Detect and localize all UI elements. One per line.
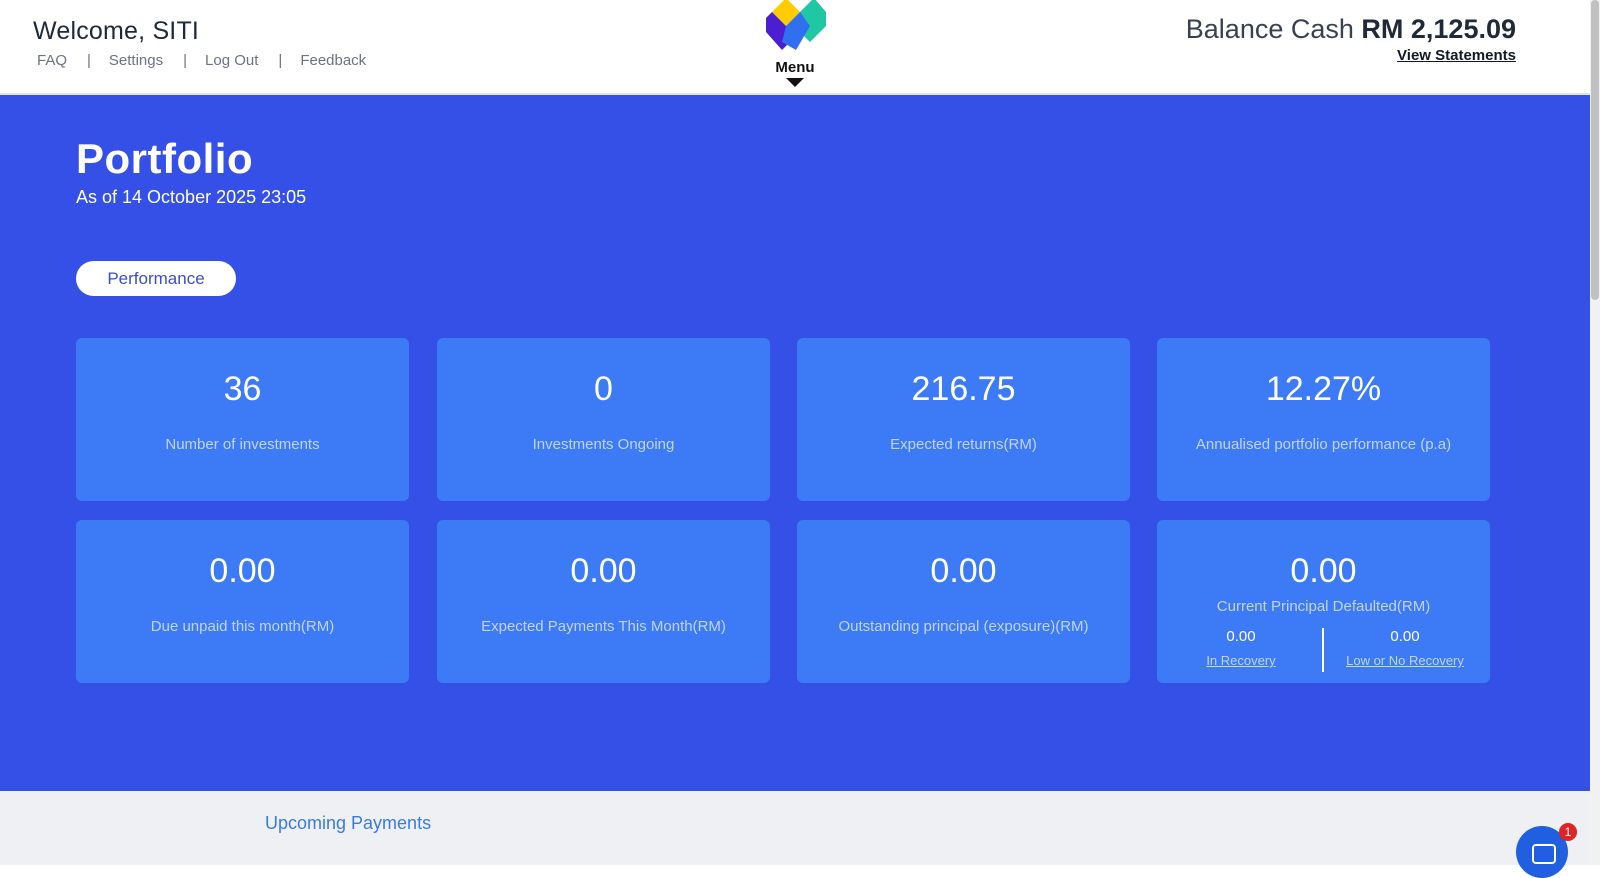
nav-separator: | [278,52,283,69]
scrollbar-thumb[interactable] [1591,0,1599,300]
breakdown-low-recovery: 0.00 Low or No Recovery [1335,628,1475,668]
stat-card-investments-ongoing: 0 Investments Ongoing [437,338,770,501]
page-title: Portfolio [76,135,254,182]
stat-card-annualised-performance: 12.27% Annualised portfolio performance … [1157,338,1490,501]
stat-card-outstanding-principal: 0.00 Outstanding principal (exposure)(RM… [797,520,1130,683]
stat-value: 0.00 [570,552,637,590]
nav-logout-link[interactable]: Log Out [205,52,258,69]
stat-value: 36 [223,370,262,408]
as-of-timestamp: As of 14 October 2025 23:05 [76,187,307,207]
top-nav: FAQ | Settings | Log Out | Feedback [37,52,366,69]
chat-bubble-icon [1532,844,1556,864]
breakdown-divider [1322,628,1324,672]
stat-label: Due unpaid this month(RM) [150,618,335,635]
stat-value: 216.75 [911,370,1016,408]
stat-card-due-unpaid: 0.00 Due unpaid this month(RM) [76,520,409,683]
upcoming-payments-section: Upcoming Payments [0,791,1590,865]
brand-logo-icon[interactable] [762,0,828,58]
nav-separator: | [87,52,91,69]
nav-separator: | [183,52,188,69]
low-or-no-recovery-link[interactable]: Low or No Recovery [1335,653,1475,668]
top-header: Welcome, SITI FAQ | Settings | Log Out |… [0,0,1590,95]
stat-value: 12.27% [1265,370,1382,408]
notification-badge: 1 [1559,823,1577,841]
stat-label: Expected Payments This Month(RM) [481,618,726,635]
in-recovery-link[interactable]: In Recovery [1181,653,1301,668]
stat-value: 0.00 [209,552,276,590]
portfolio-section: Portfolio As of 14 October 2025 23:05 Pe… [0,95,1590,791]
menu-toggle[interactable]: Menu [760,59,830,76]
stat-label: Expected returns(RM) [890,436,1037,453]
stat-card-principal-defaulted: 0.00 Current Principal Defaulted(RM) 0.0… [1157,520,1490,683]
breakdown-value: 0.00 [1390,628,1420,645]
stat-label: Current Principal Defaulted(RM) [1216,598,1431,615]
breakdown-in-recovery: 0.00 In Recovery [1181,628,1301,668]
view-statements-link[interactable]: View Statements [1397,47,1516,64]
user-name: SITI [152,17,200,45]
stat-value: 0.00 [1290,552,1357,590]
stat-label: Annualised portfolio performance (p.a) [1195,436,1452,453]
balance-label: Balance Cash [1185,14,1354,44]
stat-label: Number of investments [165,436,320,453]
stat-card-expected-payments: 0.00 Expected Payments This Month(RM) [437,520,770,683]
caret-down-icon[interactable] [786,78,804,87]
balance-amount: RM 2,125.09 [1361,14,1516,44]
nav-faq-link[interactable]: FAQ [37,52,67,69]
stat-value: 0 [594,370,613,408]
nav-settings-link[interactable]: Settings [109,52,163,69]
stat-label: Investments Ongoing [532,436,675,453]
stat-value: 0.00 [930,552,997,590]
stat-label: Outstanding principal (exposure)(RM) [838,618,1089,635]
balance-cash: Balance Cash RM 2,125.09 [1186,14,1516,45]
welcome-message: Welcome, SITI [33,17,199,46]
tab-performance[interactable]: Performance [76,261,236,296]
upcoming-payments-tab[interactable]: Upcoming Payments [265,813,431,834]
nav-feedback-link[interactable]: Feedback [300,52,366,69]
welcome-prefix: Welcome, [33,17,146,45]
stat-card-expected-returns: 216.75 Expected returns(RM) [797,338,1130,501]
breakdown-value: 0.00 [1226,628,1256,645]
stat-card-number-of-investments: 36 Number of investments [76,338,409,501]
